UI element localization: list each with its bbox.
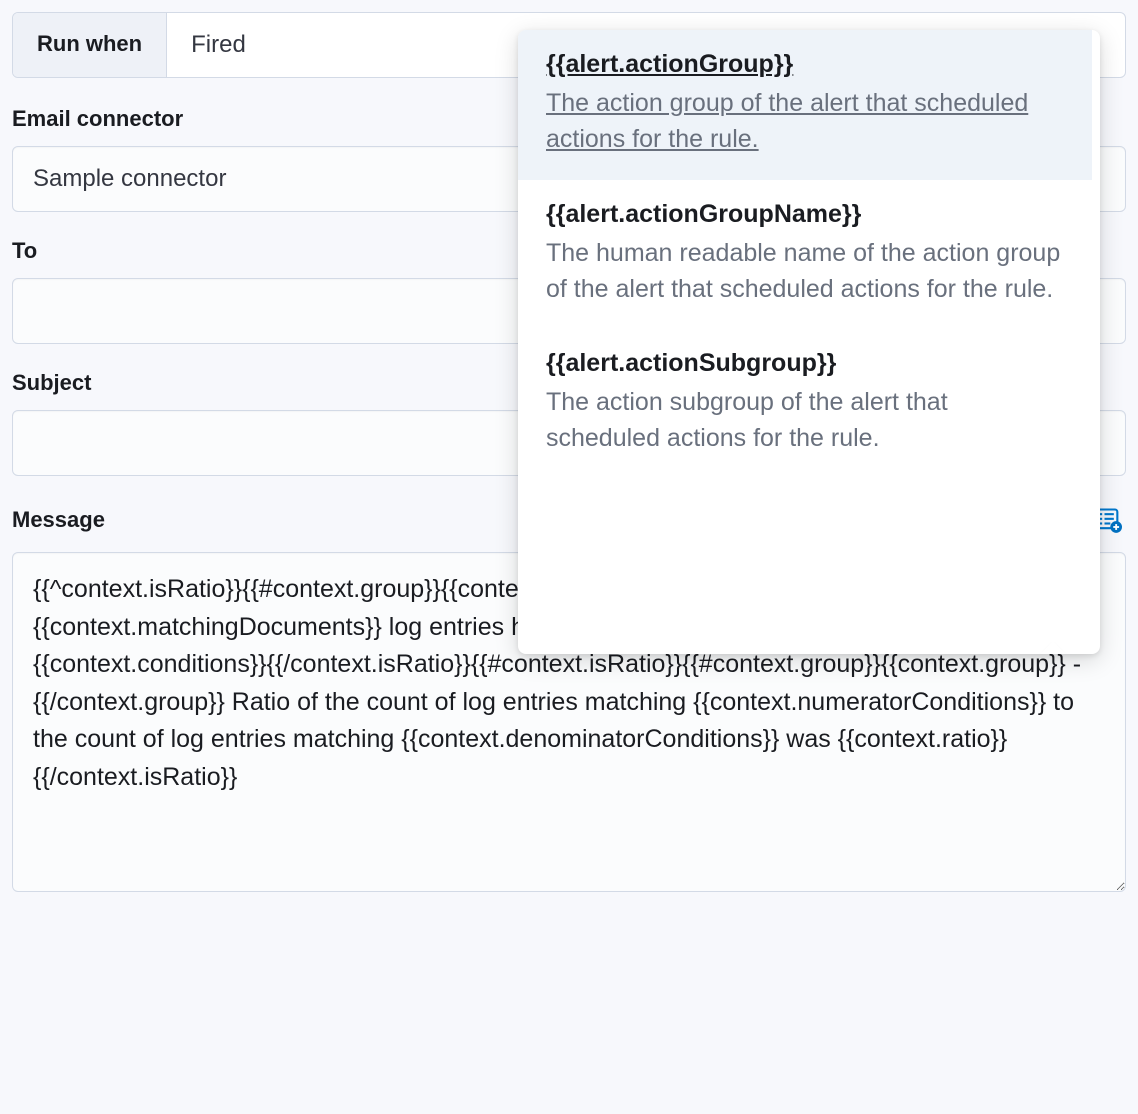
variable-popover: {{alert.actionGroup}} The action group o… <box>518 30 1100 654</box>
variable-option-desc: The action subgroup of the alert that sc… <box>546 384 1064 457</box>
variable-popover-scroll[interactable]: {{alert.actionGroup}} The action group o… <box>518 30 1100 654</box>
variable-option-action-subgroup[interactable]: {{alert.actionSubgroup}} The action subg… <box>518 329 1092 479</box>
variable-option-desc: The action group of the alert that sched… <box>546 85 1064 158</box>
variable-option-title: {{alert.actionSubgroup}} <box>546 349 1064 378</box>
variable-option-action-group-name[interactable]: {{alert.actionGroupName}} The human read… <box>518 180 1092 330</box>
variable-option-title: {{alert.actionGroupName}} <box>546 200 1064 229</box>
message-label: Message <box>12 507 105 533</box>
variable-option-action-group[interactable]: {{alert.actionGroup}} The action group o… <box>518 30 1092 180</box>
alert-action-form: Run when Fired Email connector Sample co… <box>12 12 1126 897</box>
run-when-label: Run when <box>13 13 167 77</box>
variable-option-title: {{alert.actionGroup}} <box>546 50 1064 79</box>
variable-option-desc: The human readable name of the action gr… <box>546 235 1064 308</box>
